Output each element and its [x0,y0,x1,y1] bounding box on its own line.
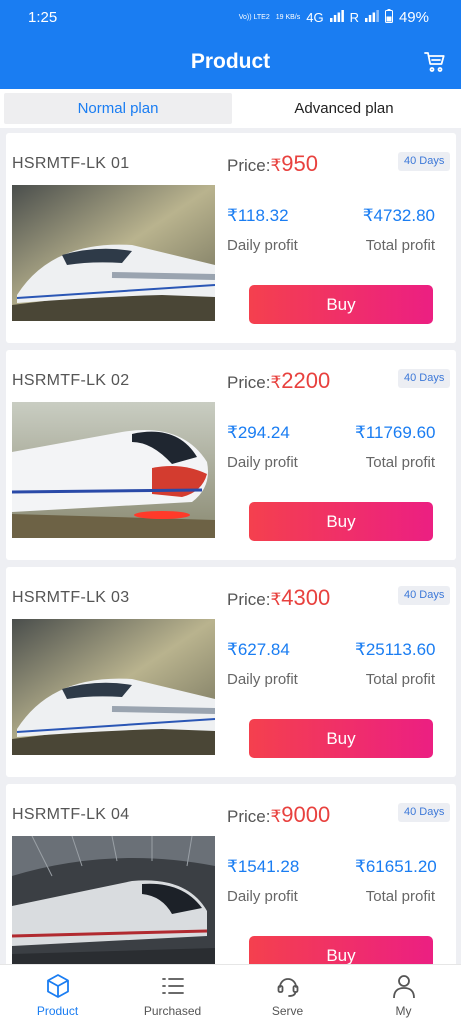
daily-profit-amount: 118.32 [237,206,289,225]
battery-icon [384,9,393,26]
daily-profit-value: ₹627.84 [227,640,290,660]
total-profit-amount: 4732.80 [373,206,435,225]
daily-profit-label: Daily profit [227,671,298,688]
currency-symbol: ₹ [355,857,366,876]
currency-symbol: ₹ [227,857,238,876]
network-speed: 19 KB/s [275,14,301,21]
currency-symbol: ₹ [227,640,238,659]
product-image[interactable] [12,402,215,538]
nav-product[interactable]: Product [0,965,115,1024]
nav-serve[interactable]: Serve [230,965,345,1024]
nav-my-label: My [395,1004,412,1018]
status-time: 1:25 [28,9,58,26]
product-name: HSRMTF-LK 04 [12,806,130,823]
plan-tabs: Normal plan Advanced plan [0,89,461,128]
total-profit-value: ₹11769.60 [355,423,435,443]
list-icon [162,978,184,994]
volte-indicator: Vo)) LTE2 [238,14,270,21]
product-image[interactable] [12,185,215,321]
total-profit-value: ₹4732.80 [355,206,435,226]
total-profit-label: Total profit [365,888,435,905]
price-label: Price: [227,807,271,826]
duration-badge: 40 Days [398,586,451,605]
tab-advanced-plan[interactable]: Advanced plan [230,93,458,124]
total-profit-amount: 11769.60 [365,423,436,442]
tab-normal-plan[interactable]: Normal plan [4,93,232,124]
daily-profit-value: ₹1541.28 [227,857,299,877]
nav-purchased-label: Purchased [143,1004,202,1018]
nav-purchased[interactable]: Purchased [115,965,230,1024]
price-label: Price: [227,590,271,609]
roaming-indicator: R [349,10,359,25]
bottom-tab-bar: Product Purchased Serve My [0,964,461,1024]
daily-profit-amount: 1541.28 [237,857,300,876]
currency-symbol: ₹ [227,206,238,225]
signal-icon [329,10,344,25]
status-icons: Vo)) LTE2 19 KB/s 4G R 49% [239,9,429,26]
page-title: Product [190,50,271,73]
network-type: 4G [306,10,324,25]
total-profit-label: Total profit [365,454,435,471]
duration-badge: 40 Days [398,803,451,822]
product-image[interactable] [12,836,215,964]
price-amount: 4300 [281,585,331,610]
product-card: HSRMTF-LK 01 Price:₹950 40 Days ₹118.32 … [6,133,456,343]
status-bar: 1:25 Vo)) LTE2 19 KB/s 4G R 49% [0,0,461,34]
product-card: HSRMTF-LK 03 Price:₹4300 40 Days ₹627.84… [6,567,456,777]
duration-badge: 40 Days [398,369,451,388]
product-image[interactable] [12,619,215,755]
battery-level: 49% [398,9,429,26]
daily-profit-label: Daily profit [227,888,298,905]
daily-profit-value: ₹118.32 [227,206,289,226]
currency-symbol: ₹ [270,590,282,609]
currency-symbol: ₹ [270,156,282,175]
total-profit-amount: 61651.20 [365,857,437,876]
currency-symbol: ₹ [227,423,238,442]
person-icon [393,975,415,999]
buy-button[interactable]: Buy [249,285,433,324]
price: Price:₹9000 [227,802,330,828]
price-amount: 9000 [281,802,331,827]
daily-profit-amount: 627.84 [237,640,290,659]
nav-serve-label: Serve [271,1004,304,1018]
buy-button[interactable]: Buy [249,502,433,541]
price: Price:₹950 [227,151,318,177]
daily-profit-value: ₹294.24 [227,423,290,443]
duration-badge: 40 Days [398,152,451,171]
currency-symbol: ₹ [362,206,374,225]
total-profit-value: ₹61651.20 [355,857,437,877]
currency-symbol: ₹ [270,373,282,392]
cart-icon[interactable] [423,50,447,74]
app-header: Product [0,34,461,89]
product-name: HSRMTF-LK 02 [12,372,130,389]
product-name: HSRMTF-LK 03 [12,589,130,606]
product-name: HSRMTF-LK 01 [12,155,130,172]
price-label: Price: [227,156,271,175]
price-amount: 950 [281,151,319,176]
product-card: HSRMTF-LK 02 Price:₹2200 40 Days ₹294.24… [6,350,456,560]
price-amount: 2200 [281,368,331,393]
product-list[interactable]: HSRMTF-LK 01 Price:₹950 40 Days ₹118.32 … [0,128,461,964]
daily-profit-label: Daily profit [227,454,298,471]
nav-my[interactable]: My [346,965,461,1024]
currency-symbol: ₹ [270,807,282,826]
signal-icon-2 [364,10,379,25]
total-profit-value: ₹25113.60 [355,640,435,660]
currency-symbol: ₹ [355,640,366,659]
price: Price:₹4300 [227,585,330,611]
price: Price:₹2200 [227,368,330,394]
price-label: Price: [227,373,271,392]
daily-profit-amount: 294.24 [237,423,290,442]
nav-product-label: Product [36,1004,79,1018]
currency-symbol: ₹ [355,423,366,442]
daily-profit-label: Daily profit [227,237,298,254]
product-card: HSRMTF-LK 04 Price:₹9000 40 Days ₹1541.2… [6,784,456,964]
total-profit-label: Total profit [365,237,435,254]
headset-icon [277,978,299,997]
buy-button[interactable]: Buy [249,936,433,964]
total-profit-label: Total profit [365,671,435,688]
buy-button[interactable]: Buy [249,719,433,758]
total-profit-amount: 25113.60 [365,640,436,659]
cube-icon [47,974,69,998]
